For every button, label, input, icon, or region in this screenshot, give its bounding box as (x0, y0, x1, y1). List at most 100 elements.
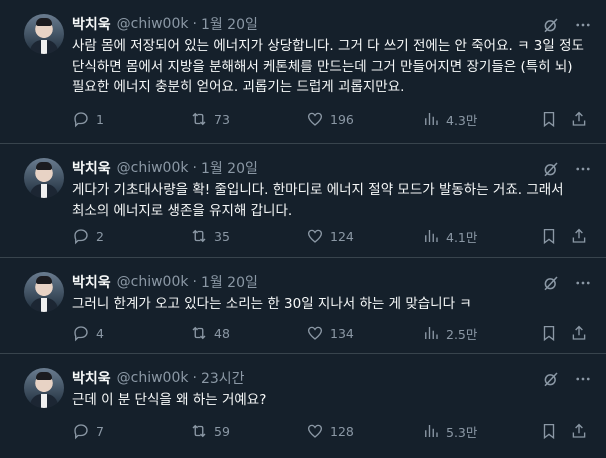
heart-icon (307, 326, 323, 340)
author-name[interactable]: 박치욱 (72, 14, 111, 34)
retweet-button[interactable]: 59 (190, 421, 230, 441)
tweet-thread: 박치욱 @chiw00k · 1월 20일 사람 몸에 저장되어 있는 에너지가… (0, 0, 606, 458)
views-icon (425, 425, 438, 437)
tweet-time[interactable]: 1월 20일 (201, 272, 258, 292)
share-icon (572, 111, 586, 126)
views-button[interactable]: 2.5만 (422, 323, 477, 343)
like-count: 128 (330, 423, 354, 439)
bookmark-button[interactable] (540, 109, 558, 129)
grok-icon[interactable] (542, 274, 560, 292)
like-count: 196 (330, 111, 354, 127)
reply-count: 1 (96, 111, 104, 127)
like-button[interactable]: 134 (306, 323, 354, 343)
reply-count: 7 (96, 423, 104, 439)
heart-icon (307, 112, 323, 126)
bookmark-button[interactable] (540, 323, 558, 343)
tweet-text: 근데 이 분 단식을 왜 하는 거예요? (72, 392, 267, 408)
tweet-actions: 2 35 124 4.1만 (72, 226, 598, 246)
tweet-time[interactable]: 1월 20일 (201, 14, 258, 34)
retweet-icon (192, 229, 206, 243)
author-name[interactable]: 박치욱 (72, 272, 111, 292)
grok-icon[interactable] (542, 16, 560, 34)
share-button[interactable] (570, 226, 588, 246)
author-name[interactable]: 박치욱 (72, 368, 111, 388)
share-button[interactable] (570, 421, 588, 441)
like-count: 124 (330, 228, 354, 244)
bookmark-icon (543, 423, 555, 440)
separator-dot: · (192, 370, 197, 386)
bookmark-icon (543, 325, 555, 342)
views-icon (425, 327, 438, 339)
avatar[interactable] (24, 272, 64, 312)
author-handle[interactable]: @chiw00k (117, 16, 189, 32)
reply-button[interactable]: 4 (72, 323, 104, 343)
author-handle[interactable]: @chiw00k (117, 370, 189, 386)
reply-icon (74, 229, 88, 245)
retweet-count: 35 (214, 228, 230, 244)
tweet-text: 그러니 한계가 오고 있다는 소리는 한 30일 지나서 하는 게 맞습니다 ㅋ (72, 296, 472, 312)
retweet-button[interactable]: 35 (190, 226, 230, 246)
tweet-text: 게다가 기초대사량을 확! 줄입니다. 한마디로 에너지 절약 모드가 발동하는… (72, 182, 564, 219)
grok-icon[interactable] (542, 160, 560, 178)
more-icon[interactable] (574, 274, 592, 292)
reply-button[interactable]: 2 (72, 226, 104, 246)
reply-button[interactable]: 7 (72, 421, 104, 441)
tweet-header: 박치욱 @chiw00k · 23시간 (72, 368, 245, 388)
views-button[interactable]: 4.1만 (422, 226, 477, 246)
views-icon (425, 113, 438, 125)
tweet-header: 박치욱 @chiw00k · 1월 20일 (72, 158, 258, 178)
author-handle[interactable]: @chiw00k (117, 160, 189, 176)
like-count: 134 (330, 325, 354, 341)
share-button[interactable] (570, 323, 588, 343)
views-count: 5.3만 (446, 424, 478, 440)
bookmark-button[interactable] (540, 226, 558, 246)
like-button[interactable]: 196 (306, 109, 354, 129)
views-icon (425, 230, 438, 242)
separator-dot: · (192, 274, 197, 290)
more-icon[interactable] (574, 16, 592, 34)
bookmark-icon (543, 111, 555, 128)
more-icon[interactable] (574, 370, 592, 388)
avatar[interactable] (24, 368, 64, 408)
bookmark-button[interactable] (540, 421, 558, 441)
tweet-text: 사람 몸에 저장되어 있는 에너지가 상당합니다. 그거 다 쓰기 전에는 안 … (72, 38, 584, 95)
views-button[interactable]: 5.3만 (422, 421, 477, 441)
share-icon (572, 423, 586, 438)
separator-dot: · (192, 16, 197, 32)
retweet-count: 48 (214, 325, 230, 341)
like-button[interactable]: 124 (306, 226, 354, 246)
tweet-header: 박치욱 @chiw00k · 1월 20일 (72, 272, 258, 292)
tweet-time[interactable]: 23시간 (201, 368, 245, 388)
share-icon (572, 228, 586, 243)
tweet[interactable]: 박치욱 @chiw00k · 1월 20일 그러니 한계가 오고 있다는 소리는… (0, 258, 606, 354)
like-button[interactable]: 128 (306, 421, 354, 441)
views-count: 4.3만 (446, 112, 478, 128)
retweet-count: 59 (214, 423, 230, 439)
views-count: 2.5만 (446, 326, 478, 342)
grok-icon[interactable] (542, 370, 560, 388)
views-button[interactable]: 4.3만 (422, 109, 477, 129)
reply-button[interactable]: 1 (72, 109, 104, 129)
tweet[interactable]: 박치욱 @chiw00k · 23시간 근데 이 분 단식을 왜 하는 거예요?… (0, 354, 606, 458)
more-icon[interactable] (574, 160, 592, 178)
retweet-button[interactable]: 48 (190, 323, 230, 343)
tweet-actions: 4 48 134 2.5만 (72, 323, 598, 343)
avatar[interactable] (24, 14, 64, 54)
share-button[interactable] (570, 109, 588, 129)
tweet-actions: 1 73 196 4.3만 (72, 109, 598, 129)
share-icon (572, 325, 586, 340)
reply-count: 2 (96, 228, 104, 244)
retweet-icon (192, 424, 206, 438)
tweet-header: 박치욱 @chiw00k · 1월 20일 (72, 14, 258, 34)
tweet[interactable]: 박치욱 @chiw00k · 1월 20일 사람 몸에 저장되어 있는 에너지가… (0, 0, 606, 144)
heart-icon (307, 424, 323, 438)
tweet-actions: 7 59 128 5.3만 (72, 421, 598, 441)
views-count: 4.1만 (446, 229, 478, 245)
author-handle[interactable]: @chiw00k (117, 274, 189, 290)
avatar[interactable] (24, 158, 64, 198)
tweet[interactable]: 박치욱 @chiw00k · 1월 20일 게다가 기초대사량을 확! 줄입니다… (0, 144, 606, 258)
retweet-icon (192, 112, 206, 126)
author-name[interactable]: 박치욱 (72, 158, 111, 178)
tweet-time[interactable]: 1월 20일 (201, 158, 258, 178)
retweet-button[interactable]: 73 (190, 109, 230, 129)
